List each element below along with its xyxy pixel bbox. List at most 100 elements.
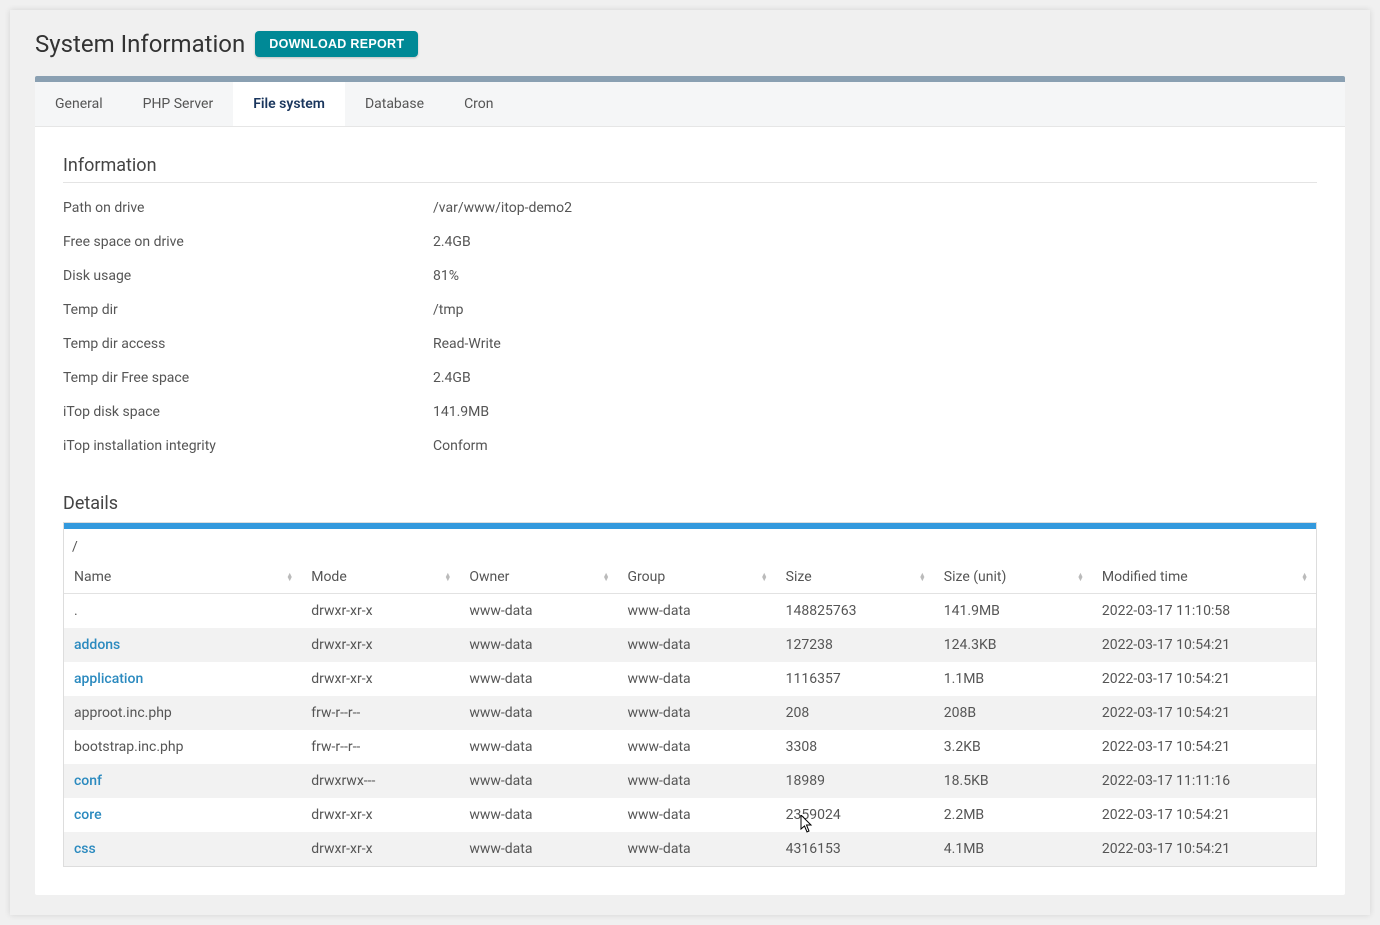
cell-mtime: 2022-03-17 10:54:21 [1092, 798, 1316, 832]
cell-size_unit: 3.2KB [934, 730, 1092, 764]
tabs: General PHP Server File system Database … [35, 82, 1345, 127]
table-row: cssdrwxr-xr-xwww-datawww-data43161534.1M… [64, 832, 1316, 866]
info-label: iTop installation integrity [63, 438, 433, 454]
col-header-group[interactable]: Group▲▼ [618, 561, 776, 594]
info-row: Path on drive/var/www/itop-demo2 [63, 191, 1317, 225]
info-row: Temp dir/tmp [63, 293, 1317, 327]
cell-owner: www-data [459, 696, 617, 730]
info-row: Temp dir Free space2.4GB [63, 361, 1317, 395]
cell-size: 148825763 [776, 594, 934, 629]
col-header-mode[interactable]: Mode ▲▼ [301, 561, 459, 594]
tab-file-system[interactable]: File system [233, 82, 345, 126]
tab-general[interactable]: General [35, 82, 123, 126]
info-label: Temp dir access [63, 336, 433, 352]
info-value: /tmp [433, 302, 464, 318]
tab-database[interactable]: Database [345, 82, 444, 126]
col-header-size[interactable]: Size▲▼ [776, 561, 934, 594]
cell-mode: drwxr-xr-x [301, 594, 459, 629]
sort-icon: ▲▼ [1077, 573, 1084, 581]
cell-mtime: 2022-03-17 10:54:21 [1092, 662, 1316, 696]
col-header-owner[interactable]: Owner▲▼ [459, 561, 617, 594]
info-value: 2.4GB [433, 234, 471, 250]
info-value: 2.4GB [433, 370, 471, 386]
cell-size_unit: 1.1MB [934, 662, 1092, 696]
cell-mtime: 2022-03-17 10:54:21 [1092, 730, 1316, 764]
download-report-button[interactable]: DOWNLOAD REPORT [255, 31, 418, 57]
page-title: System Information [35, 30, 245, 58]
cell-name: conf [64, 764, 301, 798]
info-value: /var/www/itop-demo2 [433, 200, 572, 216]
info-label: Free space on drive [63, 234, 433, 250]
col-label: Modified time [1102, 569, 1188, 585]
cell-owner: www-data [459, 832, 617, 866]
info-list: Path on drive/var/www/itop-demo2 Free sp… [63, 191, 1317, 463]
cell-owner: www-data [459, 594, 617, 629]
col-label: Mode [311, 569, 347, 585]
info-row: Temp dir accessRead-Write [63, 327, 1317, 361]
col-label: Size (unit) [944, 569, 1007, 585]
sort-icon: ▲▼ [286, 573, 293, 581]
cell-size: 208 [776, 696, 934, 730]
info-section-title: Information [63, 155, 1317, 183]
table-row: approot.inc.phpfrw-r--r--www-datawww-dat… [64, 696, 1316, 730]
file-table: Name▲▼ Mode▲▼ Owner▲▼ Group▲▼ Size▲▼ Siz… [64, 561, 1316, 866]
cell-name: approot.inc.php [64, 696, 301, 730]
cell-mode: drwxr-xr-x [301, 628, 459, 662]
cell-mode: frw-r--r-- [301, 730, 459, 764]
col-label: Owner [469, 569, 509, 585]
folder-link[interactable]: core [74, 807, 102, 823]
info-row: Disk usage81% [63, 259, 1317, 293]
cell-mtime: 2022-03-17 10:54:21 [1092, 628, 1316, 662]
folder-link[interactable]: conf [74, 773, 102, 789]
sort-icon: ▲▼ [444, 573, 451, 581]
table-row: coredrwxr-xr-xwww-datawww-data23590242.2… [64, 798, 1316, 832]
col-header-size-unit[interactable]: Size (unit) ▲▼ [934, 561, 1092, 594]
cell-name: addons [64, 628, 301, 662]
cell-mode: frw-r--r-- [301, 696, 459, 730]
cell-mtime: 2022-03-17 11:11:16 [1092, 764, 1316, 798]
cell-size: 2359024 [776, 798, 934, 832]
cell-mode: drwxr-xr-x [301, 798, 459, 832]
table-row: bootstrap.inc.phpfrw-r--r--www-datawww-d… [64, 730, 1316, 764]
col-label: Size [786, 569, 812, 585]
cell-mode: drwxr-xr-x [301, 662, 459, 696]
main-panel: General PHP Server File system Database … [35, 82, 1345, 895]
cell-group: www-data [618, 764, 776, 798]
col-header-modified[interactable]: Modified time ▲▼ [1092, 561, 1316, 594]
cell-name: core [64, 798, 301, 832]
folder-link[interactable]: application [74, 671, 143, 687]
table-row: applicationdrwxr-xr-xwww-datawww-data111… [64, 662, 1316, 696]
sort-icon: ▲▼ [1301, 573, 1308, 581]
cell-size: 1116357 [776, 662, 934, 696]
cell-size_unit: 141.9MB [934, 594, 1092, 629]
cell-owner: www-data [459, 798, 617, 832]
col-header-name[interactable]: Name▲▼ [64, 561, 301, 594]
folder-link[interactable]: css [74, 841, 96, 857]
cell-size: 3308 [776, 730, 934, 764]
info-label: Path on drive [63, 200, 433, 216]
cell-size: 127238 [776, 628, 934, 662]
cell-size_unit: 124.3KB [934, 628, 1092, 662]
cell-mtime: 2022-03-17 10:54:21 [1092, 832, 1316, 866]
cell-group: www-data [618, 832, 776, 866]
breadcrumb: / [64, 529, 1316, 561]
cell-mtime: 2022-03-17 11:10:58 [1092, 594, 1316, 629]
sort-icon: ▲▼ [761, 573, 768, 581]
info-row: iTop installation integrityConform [63, 429, 1317, 463]
cell-mode: drwxr-xr-x [301, 832, 459, 866]
cell-size_unit: 2.2MB [934, 798, 1092, 832]
info-label: Disk usage [63, 268, 433, 284]
cell-owner: www-data [459, 628, 617, 662]
info-value: 141.9MB [433, 404, 489, 420]
cell-owner: www-data [459, 730, 617, 764]
tab-php-server[interactable]: PHP Server [123, 82, 234, 126]
cell-owner: www-data [459, 662, 617, 696]
cell-group: www-data [618, 628, 776, 662]
cell-name: application [64, 662, 301, 696]
table-row: confdrwxrwx---www-datawww-data1898918.5K… [64, 764, 1316, 798]
table-row: .drwxr-xr-xwww-datawww-data148825763141.… [64, 594, 1316, 629]
tab-cron[interactable]: Cron [444, 82, 513, 126]
cell-group: www-data [618, 594, 776, 629]
folder-link[interactable]: addons [74, 637, 120, 653]
table-row: addonsdrwxr-xr-xwww-datawww-data12723812… [64, 628, 1316, 662]
